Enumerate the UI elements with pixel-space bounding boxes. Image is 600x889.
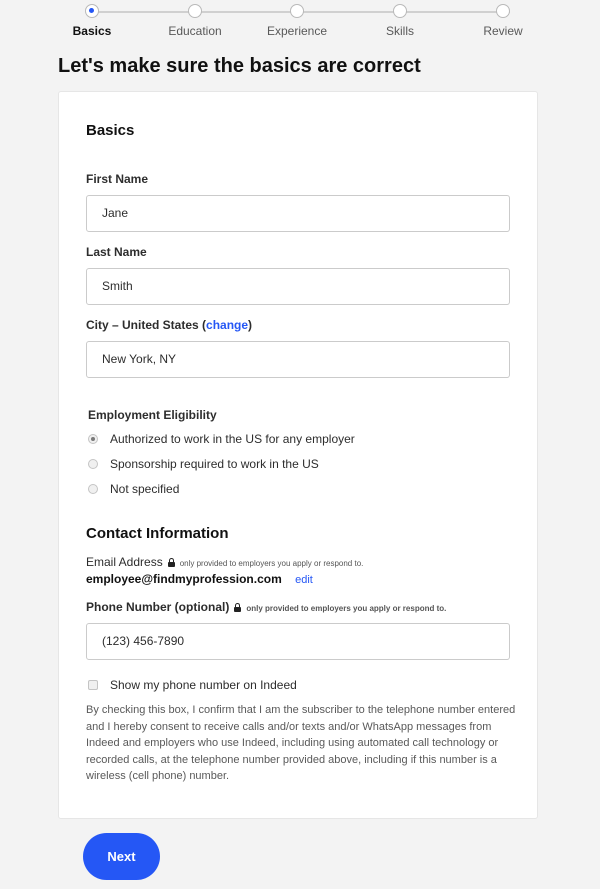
eligibility-option-not-specified[interactable]: Not specified: [88, 482, 179, 496]
radio-unchecked-icon[interactable]: [88, 459, 98, 469]
radio-label: Sponsorship required to work in the US: [110, 457, 319, 471]
step-dot-icon: [85, 4, 99, 18]
phone-consent-disclaimer: By checking this box, I confirm that I a…: [86, 704, 516, 782]
email-privacy-note: only provided to employers you apply or …: [179, 559, 364, 568]
email-value-row: employee@findmyprofession.com edit: [86, 572, 313, 586]
step-dot-icon: [188, 4, 202, 18]
basics-form-card: Basics First Name Jane Last Name Smith C…: [58, 91, 538, 819]
show-phone-label: Show my phone number on Indeed: [110, 678, 297, 692]
step-basics[interactable]: Basics: [47, 4, 137, 38]
last-name-label: Last Name: [86, 245, 147, 259]
checkbox-unchecked-icon[interactable]: [88, 680, 98, 690]
page-title: Let's make sure the basics are correct: [58, 55, 421, 77]
step-dot-icon: [290, 4, 304, 18]
employment-eligibility-label: Employment Eligibility: [88, 408, 217, 422]
phone-label-row: Phone Number (optional) only provided to …: [86, 600, 446, 614]
email-value: employee@findmyprofession.com: [86, 572, 282, 586]
eligibility-option-sponsorship[interactable]: Sponsorship required to work in the US: [88, 457, 319, 471]
city-label: City – United States (change): [86, 318, 252, 332]
basics-section-title: Basics: [86, 122, 135, 139]
step-skills[interactable]: Skills: [355, 4, 445, 38]
email-label: Email Address: [86, 555, 163, 569]
step-education[interactable]: Education: [150, 4, 240, 38]
show-phone-option[interactable]: Show my phone number on Indeed: [88, 678, 297, 692]
radio-checked-icon[interactable]: [88, 434, 98, 444]
next-button[interactable]: Next: [83, 833, 160, 880]
change-country-link[interactable]: change: [206, 318, 248, 332]
phone-input[interactable]: (123) 456-7890: [86, 623, 510, 660]
step-experience[interactable]: Experience: [252, 4, 342, 38]
step-label: Basics: [72, 24, 112, 38]
first-name-label: First Name: [86, 172, 149, 186]
step-label: Skills: [385, 24, 414, 38]
lock-icon: [167, 558, 175, 567]
radio-label: Authorized to work in the US for any emp…: [110, 432, 355, 446]
phone-privacy-note: only provided to employers you apply or …: [246, 604, 447, 613]
edit-email-link[interactable]: edit: [295, 574, 313, 586]
first-name-input[interactable]: Jane: [86, 195, 510, 232]
step-label: Education: [168, 24, 222, 38]
radio-unchecked-icon[interactable]: [88, 484, 98, 494]
lock-icon: [234, 603, 242, 612]
eligibility-option-authorized[interactable]: Authorized to work in the US for any emp…: [88, 432, 355, 446]
city-label-suffix: ): [248, 318, 253, 332]
step-label: Review: [483, 24, 523, 38]
city-label-prefix: City – United States (: [86, 318, 207, 332]
radio-label: Not specified: [110, 482, 180, 496]
step-review[interactable]: Review: [458, 4, 548, 38]
step-label: Experience: [266, 24, 328, 38]
last-name-input[interactable]: Smith: [86, 268, 510, 305]
email-label-row: Email Address only provided to employers …: [86, 555, 363, 569]
city-input[interactable]: New York, NY: [86, 341, 510, 378]
contact-section-title: Contact Information: [86, 525, 229, 542]
progress-stepper: Basics Education Experience Skills Revie…: [60, 0, 540, 42]
phone-label: Phone Number (optional): [86, 600, 230, 614]
step-dot-icon: [393, 4, 407, 18]
step-dot-icon: [496, 4, 510, 18]
